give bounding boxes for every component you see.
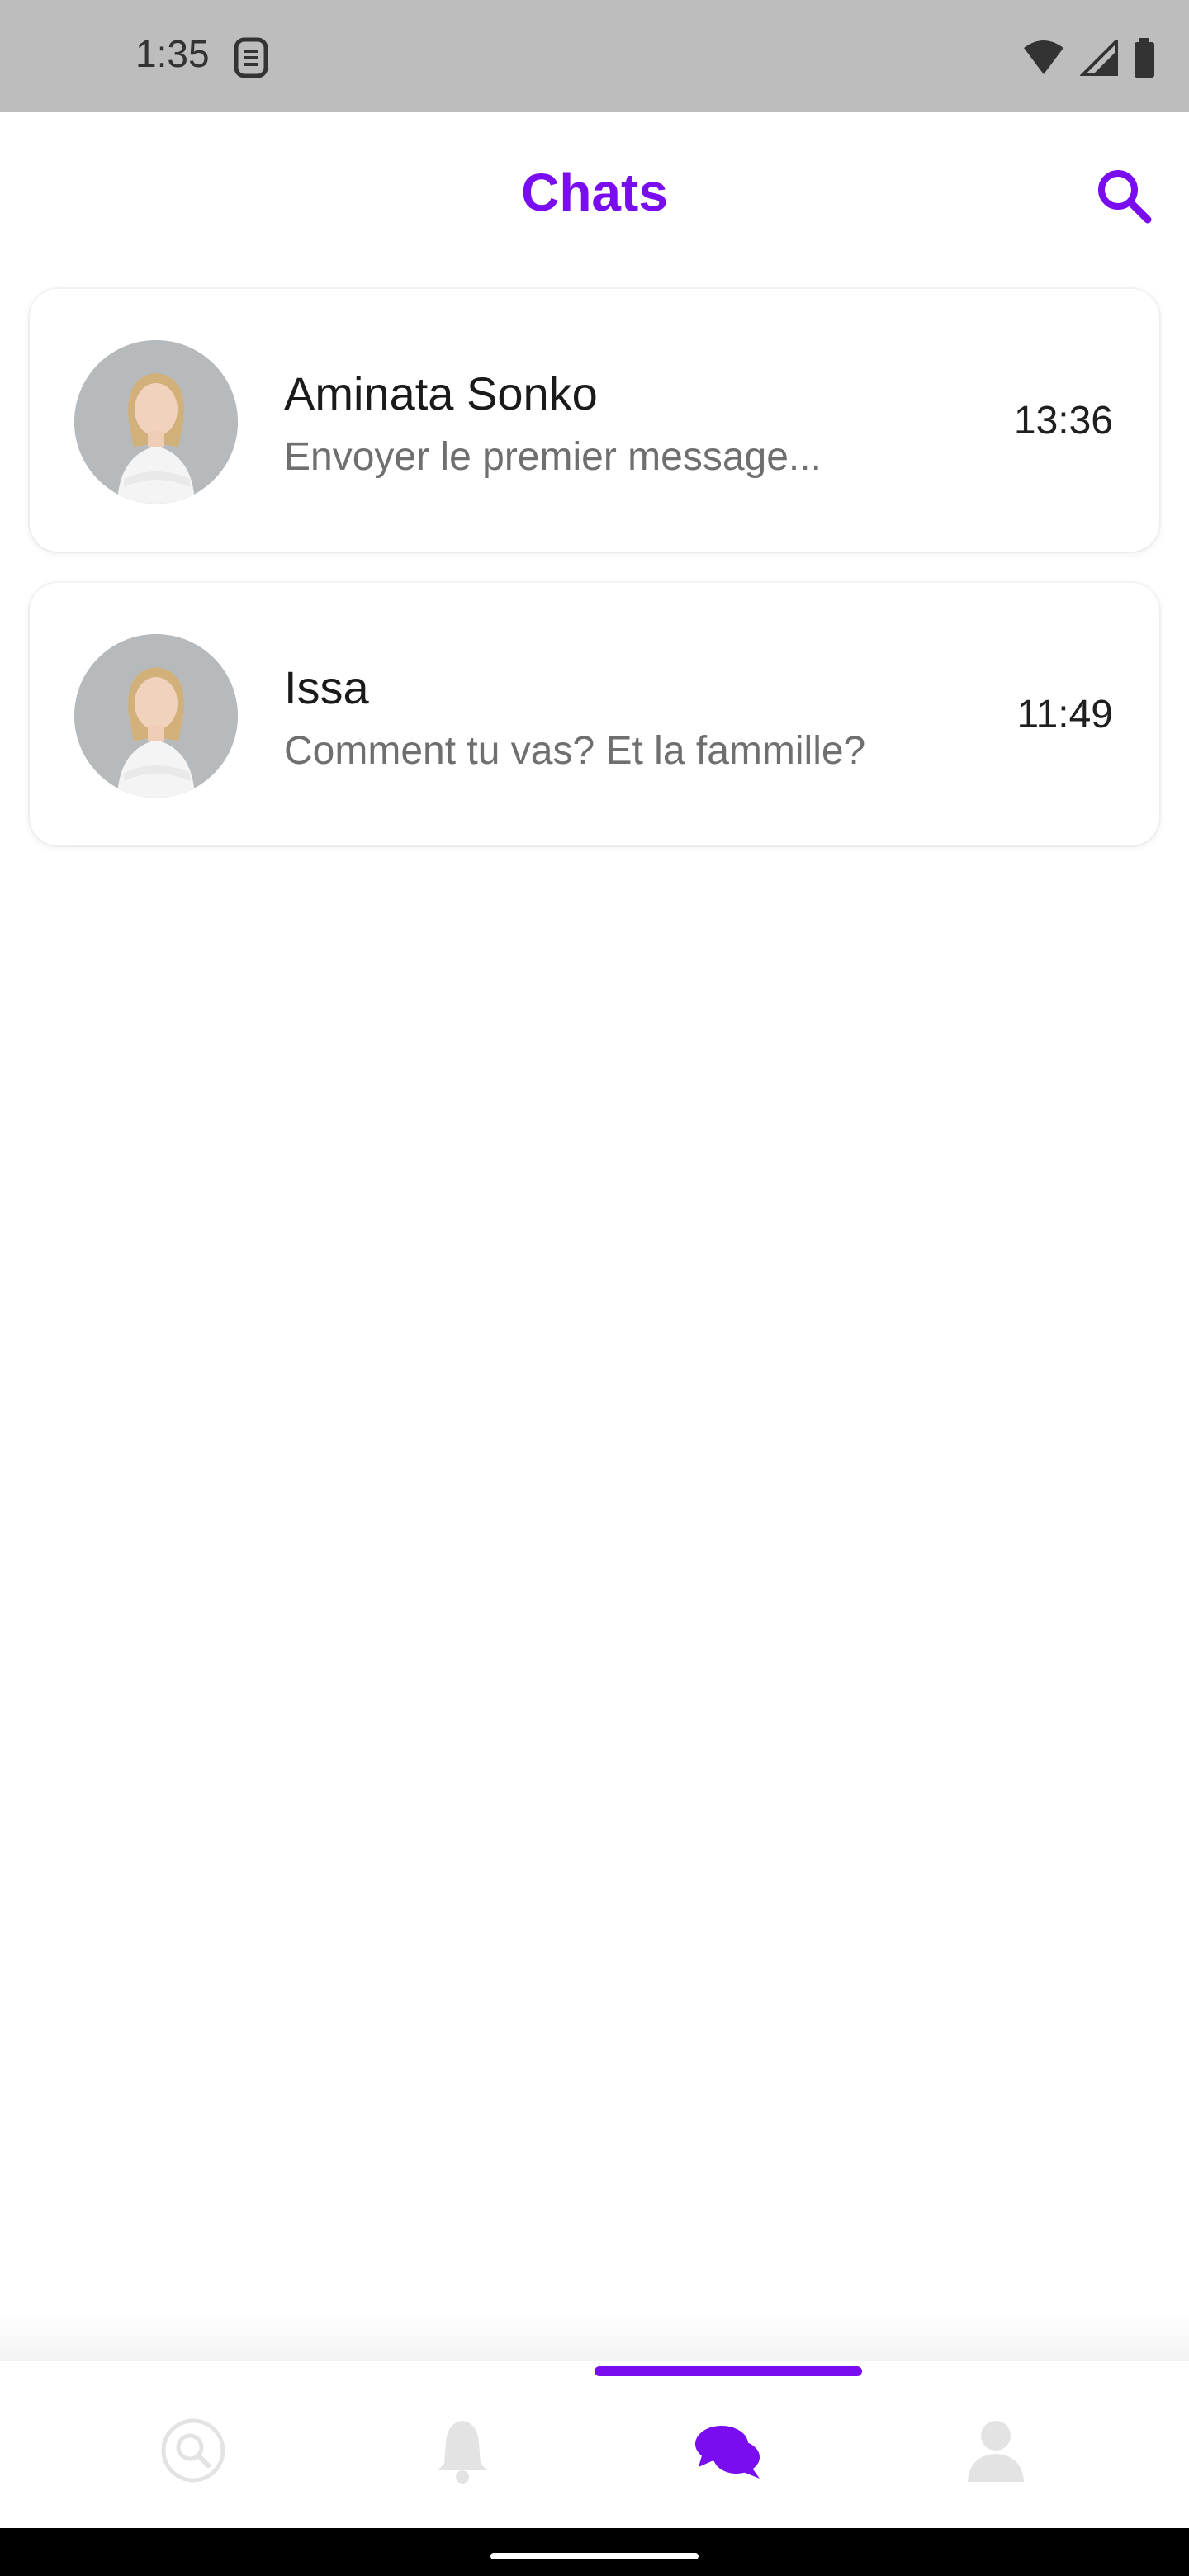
active-tab-indicator: [594, 2366, 862, 2376]
bottom-nav: [0, 2366, 1189, 2528]
chat-name: Aminata Sonko: [284, 367, 598, 419]
avatar-image: [74, 634, 238, 798]
avatar: [74, 634, 238, 798]
nav-shadow: [0, 2312, 1189, 2361]
home-gesture-handle[interactable]: [490, 2553, 699, 2559]
chat-item[interactable]: Aminata Sonko Envoyer le premier message…: [30, 289, 1159, 552]
avatar: [74, 340, 238, 504]
status-icons: [1022, 36, 1156, 79]
discover-icon[interactable]: [159, 2416, 228, 2485]
battery-icon: [1135, 38, 1154, 78]
page-title: Chats: [521, 163, 668, 222]
chat-time: 13:36: [1013, 399, 1113, 443]
chat-name: Issa: [284, 661, 369, 713]
chat-item[interactable]: Issa Comment tu vas? Et la fammille? 11:…: [30, 583, 1159, 845]
status-bar: 1:35: [0, 0, 1189, 112]
sim-icon: [234, 37, 268, 78]
chat-preview: Comment tu vas? Et la fammille?: [284, 729, 866, 773]
bell-icon[interactable]: [428, 2416, 497, 2485]
person-icon[interactable]: [961, 2416, 1030, 2485]
search-icon[interactable]: [1090, 162, 1159, 231]
chat-list: Aminata Sonko Envoyer le premier message…: [30, 289, 1159, 877]
app-header: Chats: [0, 112, 1189, 277]
chat-time: 11:49: [1016, 693, 1113, 736]
wifi-icon: [1024, 40, 1063, 74]
status-time: 1:35: [135, 32, 210, 75]
signal-icon: [1080, 40, 1118, 76]
chat-preview: Envoyer le premier message...: [284, 435, 822, 479]
chat-bubbles-icon[interactable]: [694, 2416, 763, 2485]
avatar-image: [74, 340, 238, 504]
system-gesture-bar: [0, 2528, 1189, 2576]
